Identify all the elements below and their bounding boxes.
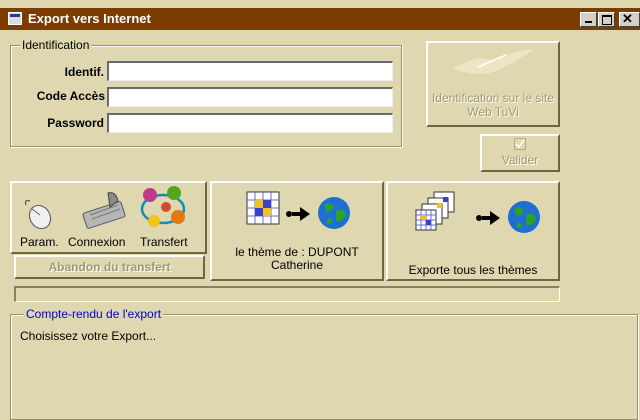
export-theme-line1: le thème de : DUPONT (235, 245, 359, 259)
password-field[interactable] (107, 113, 393, 133)
identification-legend: Identification (20, 38, 92, 52)
maximize-icon (602, 15, 612, 25)
arrow-right-icon (476, 211, 500, 225)
export-theme-line2: Catherine (270, 258, 324, 272)
export-all-button[interactable]: Exporte tous les thèmes (386, 181, 560, 281)
validate-label: Valider (501, 153, 539, 167)
tools-panel[interactable]: Param. Connexion Transfert (10, 181, 207, 254)
app-icon (8, 12, 22, 25)
param-label: Param. (20, 235, 59, 249)
window-title: Export vers Internet (28, 11, 151, 26)
globe-icon (508, 201, 540, 233)
abandon-transfer-button[interactable]: Abandon du transfert (14, 255, 205, 279)
checkmark-icon (514, 138, 526, 150)
export-theme-button[interactable]: le thème de : DUPONT Catherine (210, 181, 384, 281)
theme-grid-icon (246, 191, 280, 225)
report-message: Choisissez votre Export... (20, 329, 157, 343)
close-icon: ✕ (622, 11, 633, 26)
password-label: Password (47, 116, 104, 130)
maximize-button[interactable] (598, 12, 615, 27)
identif-label: Identif. (64, 65, 104, 79)
connexion-label: Connexion (68, 235, 126, 249)
close-button[interactable]: ✕ (619, 11, 640, 27)
minimize-icon (585, 21, 592, 23)
globe-icon (318, 197, 350, 229)
transfert-label: Transfert (140, 235, 188, 249)
export-all-label: Exporte tous les thèmes (408, 263, 538, 277)
site-button-line2: Web TuVi (467, 105, 519, 119)
minimize-button[interactable] (580, 12, 597, 27)
tuvi-logo-icon (452, 49, 534, 75)
report-legend: Compte-rendu de l'export (24, 307, 164, 321)
mouse-icon[interactable] (20, 195, 56, 231)
site-button-line1: Identification sur le site (431, 91, 555, 105)
transfer-icon[interactable] (136, 185, 190, 231)
validate-button[interactable]: Valider (480, 134, 560, 172)
abandon-label: Abandon du transfert (48, 260, 171, 274)
transfer-progress-bar (14, 286, 560, 302)
export-window: Export vers Internet ✕ Identification Id… (0, 0, 640, 420)
site-identification-button[interactable]: Identification sur le site Web TuVi (426, 41, 560, 127)
code-access-label: Code Accès (36, 89, 105, 103)
connexion-icon[interactable] (78, 189, 132, 229)
multiple-themes-icon (415, 191, 455, 231)
title-bar[interactable]: Export vers Internet ✕ (0, 8, 640, 30)
arrow-right-icon (286, 207, 310, 221)
code-access-field[interactable] (107, 87, 393, 107)
identif-field[interactable] (107, 61, 393, 81)
